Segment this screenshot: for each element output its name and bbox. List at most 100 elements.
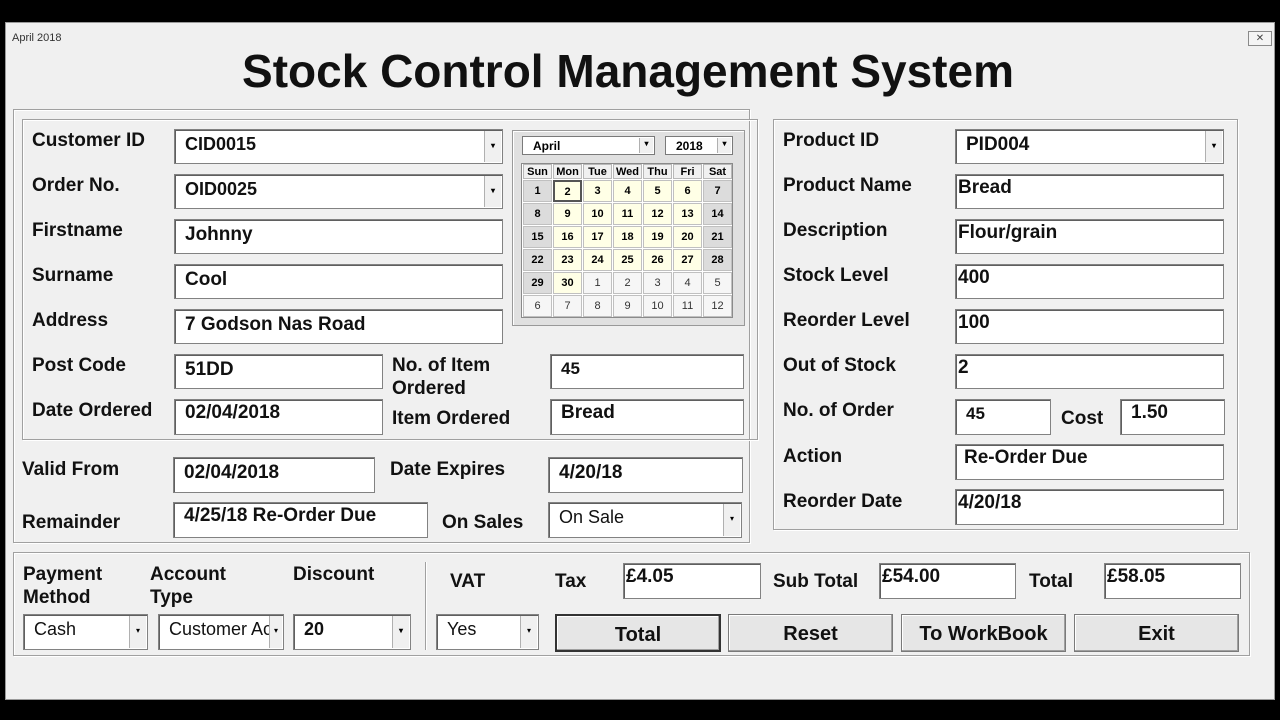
calendar-day[interactable]: 12	[703, 295, 732, 317]
calendar-day[interactable]: 4	[673, 272, 702, 294]
calendar-day[interactable]: 20	[673, 226, 702, 248]
calendar-day[interactable]: 15	[523, 226, 552, 248]
chevron-down-icon[interactable]: ▾	[392, 616, 409, 648]
calendar-day[interactable]: 26	[643, 249, 672, 271]
remainder-field[interactable]: 4/25/18 Re-Order Due	[173, 502, 428, 538]
calendar-day[interactable]: 14	[703, 203, 732, 225]
total-button[interactable]: Total	[555, 614, 721, 652]
vat-label: VAT	[450, 571, 486, 592]
total-field[interactable]: £58.05	[1104, 563, 1241, 599]
item-ordered-field[interactable]: Bread	[550, 399, 744, 435]
calendar-day[interactable]: 8	[523, 203, 552, 225]
calendar-day[interactable]: 11	[613, 203, 642, 225]
calendar-day[interactable]: 29	[523, 272, 552, 294]
calendar-day[interactable]: 13	[673, 203, 702, 225]
chevron-down-icon[interactable]: ▾	[269, 616, 282, 648]
chevron-down-icon[interactable]: ▾	[723, 504, 740, 536]
valid-from-field[interactable]: 02/04/2018	[173, 457, 375, 493]
calendar-day[interactable]: 5	[703, 272, 732, 294]
calendar-day[interactable]: 4	[613, 180, 642, 202]
calendar-weekday-header: Thu	[643, 164, 672, 179]
window-title: April 2018	[12, 32, 62, 44]
calendar-day[interactable]: 10	[643, 295, 672, 317]
product-name-field[interactable]: Bread	[955, 174, 1224, 209]
calendar-day[interactable]: 16	[553, 226, 582, 248]
chevron-down-icon[interactable]: ▾	[484, 176, 501, 207]
payment-method-select[interactable]: Cash ▾	[23, 614, 148, 650]
subtotal-field[interactable]: £54.00	[879, 563, 1016, 599]
calendar-day[interactable]: 30	[553, 272, 582, 294]
items-ordered-field[interactable]: 45	[550, 354, 744, 389]
calendar-day[interactable]: 7	[703, 180, 732, 202]
calendar-day[interactable]: 11	[673, 295, 702, 317]
calendar-day[interactable]: 6	[673, 180, 702, 202]
firstname-field[interactable]: Johnny	[174, 219, 503, 254]
calendar-day[interactable]: 22	[523, 249, 552, 271]
calendar-day[interactable]: 9	[553, 203, 582, 225]
calendar-day[interactable]: 3	[643, 272, 672, 294]
tax-field[interactable]: £4.05	[623, 563, 761, 599]
calendar-day[interactable]: 12	[643, 203, 672, 225]
calendar-day[interactable]: 21	[703, 226, 732, 248]
customer-id-select[interactable]: CID0015 ▾	[174, 129, 503, 164]
calendar-day[interactable]: 3	[583, 180, 612, 202]
calendar-day[interactable]: 10	[583, 203, 612, 225]
stock-level-field[interactable]: 400	[955, 264, 1224, 299]
chevron-down-icon[interactable]: ▾	[639, 138, 653, 153]
calendar-day[interactable]: 2	[613, 272, 642, 294]
action-field[interactable]: Re-Order Due	[955, 444, 1224, 480]
calendar-day[interactable]: 5	[643, 180, 672, 202]
no-of-order-field[interactable]: 45	[955, 399, 1051, 435]
postcode-field[interactable]: 51DD	[174, 354, 383, 389]
calendar-day[interactable]: 9	[613, 295, 642, 317]
order-no-select[interactable]: OID0025 ▾	[174, 174, 503, 209]
calendar-day[interactable]: 19	[643, 226, 672, 248]
postcode-label: Post Code	[32, 355, 126, 376]
calendar-weekday-header: Sun	[523, 164, 552, 179]
calendar-year-select[interactable]: 2018 ▾	[665, 136, 733, 155]
surname-field[interactable]: Cool	[174, 264, 503, 299]
calendar-day[interactable]: 1	[523, 180, 552, 202]
calendar-day[interactable]: 7	[553, 295, 582, 317]
calendar-day[interactable]: 23	[553, 249, 582, 271]
calendar-day[interactable]: 17	[583, 226, 612, 248]
to-workbook-button[interactable]: To WorkBook	[901, 614, 1066, 652]
no-of-order-label: No. of Order	[783, 400, 894, 421]
exit-button[interactable]: Exit	[1074, 614, 1239, 652]
calendar-day[interactable]: 2	[553, 180, 582, 202]
reorder-level-field[interactable]: 100	[955, 309, 1224, 344]
calendar-day[interactable]: 28	[703, 249, 732, 271]
calendar-month-select[interactable]: April ▾	[522, 136, 655, 155]
on-sales-select[interactable]: On Sale ▾	[548, 502, 742, 538]
chevron-down-icon[interactable]: ▾	[484, 131, 501, 162]
vat-value: Yes	[447, 619, 477, 639]
discount-select[interactable]: 20 ▾	[293, 614, 411, 650]
vat-select[interactable]: Yes ▾	[436, 614, 539, 650]
payment-method-label-line2: Method	[23, 587, 91, 608]
date-ordered-field[interactable]: 02/04/2018	[174, 399, 383, 435]
calendar-day[interactable]: 8	[583, 295, 612, 317]
chevron-down-icon[interactable]: ▾	[129, 616, 146, 648]
address-field[interactable]: 7 Godson Nas Road	[174, 309, 503, 344]
payment-method-label-line1: Payment	[23, 564, 103, 585]
chevron-down-icon[interactable]: ▾	[717, 138, 731, 153]
description-field[interactable]: Flour/grain	[955, 219, 1224, 254]
calendar-day[interactable]: 24	[583, 249, 612, 271]
chevron-down-icon[interactable]: ▾	[1205, 131, 1222, 162]
calendar-day[interactable]: 18	[613, 226, 642, 248]
date-expires-field[interactable]: 4/20/18	[548, 457, 743, 493]
account-type-select[interactable]: Customer Ac ▾	[158, 614, 284, 650]
product-id-select[interactable]: PID004 ▾	[955, 129, 1224, 164]
discount-label: Discount	[293, 564, 375, 585]
date-ordered-label: Date Ordered	[32, 400, 153, 421]
reorder-date-field[interactable]: 4/20/18	[955, 489, 1224, 525]
out-of-stock-field[interactable]: 2	[955, 354, 1224, 389]
calendar-day[interactable]: 25	[613, 249, 642, 271]
calendar-day[interactable]: 6	[523, 295, 552, 317]
cost-field[interactable]: 1.50	[1120, 399, 1225, 435]
valid-from-label: Valid From	[22, 459, 120, 480]
calendar-day[interactable]: 1	[583, 272, 612, 294]
reset-button[interactable]: Reset	[728, 614, 893, 652]
chevron-down-icon[interactable]: ▾	[520, 616, 537, 648]
calendar-day[interactable]: 27	[673, 249, 702, 271]
